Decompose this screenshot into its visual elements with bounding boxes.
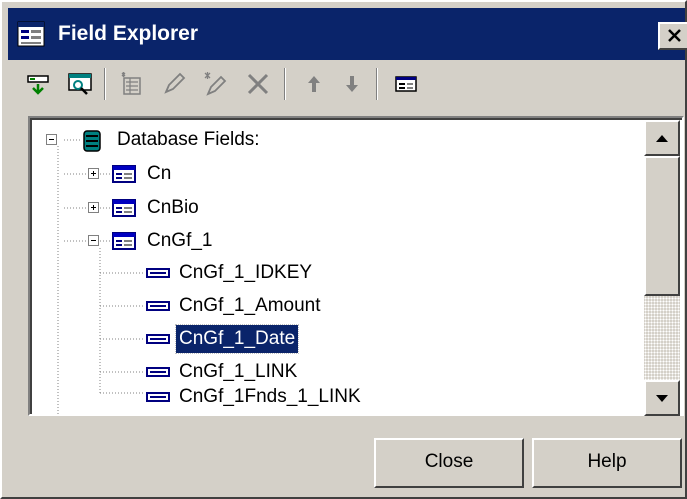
move-up-icon[interactable] [300, 70, 328, 98]
field-icon [146, 392, 170, 402]
field-icon [146, 301, 170, 311]
tree-field[interactable]: CnGf_1_IDKEY [32, 256, 632, 290]
move-down-icon[interactable] [338, 70, 366, 98]
table-label: CnBio [147, 197, 199, 218]
table-label: Cn [147, 163, 172, 184]
close-button[interactable]: Close [374, 438, 524, 488]
toolbar [12, 62, 672, 106]
tree-table-cn[interactable]: Cn [32, 157, 632, 191]
insert-field-icon[interactable] [24, 70, 52, 98]
tree-inner-border: Database Fields: Cn CnBio CnGf_1 CnGf_1_… [30, 118, 682, 416]
new-icon[interactable] [118, 70, 146, 98]
field-explorer-window: Field Explorer Database Fields: Cn CnBio… [0, 0, 687, 499]
field-icon [146, 367, 170, 377]
table-icon [112, 199, 136, 217]
field-explorer-icon [17, 21, 45, 47]
show-field-type-icon[interactable] [392, 70, 420, 98]
field-icon [146, 268, 170, 278]
scroll-up-button[interactable] [644, 120, 680, 156]
table-label: CnGf_1 [147, 230, 213, 251]
database-icon [83, 130, 101, 152]
field-label: CnGf_1_IDKEY [179, 262, 313, 283]
expand-icon[interactable] [88, 168, 99, 179]
field-label: CnGf_1Fnds_1_LINK [179, 386, 361, 407]
tree-field[interactable]: CnGf_1_Amount [32, 289, 632, 323]
title-bar[interactable]: Field Explorer [8, 8, 687, 60]
field-tree: Database Fields: Cn CnBio CnGf_1 CnGf_1_… [28, 116, 684, 416]
scroll-down-button[interactable] [644, 380, 680, 416]
tree-root[interactable]: Database Fields: [32, 123, 632, 157]
browse-data-icon[interactable] [66, 70, 94, 98]
close-icon [668, 29, 681, 42]
tree-field[interactable]: CnGf_1Fnds_1_LINK [32, 380, 632, 414]
vertical-scrollbar[interactable] [644, 120, 680, 416]
field-label: CnGf_1_Amount [179, 295, 321, 316]
window-close-button[interactable] [658, 22, 687, 50]
tree-table-cngf-1[interactable]: CnGf_1 [32, 224, 632, 258]
root-label: Database Fields: [117, 129, 260, 150]
field-icon [146, 334, 170, 344]
expand-icon[interactable] [88, 202, 99, 213]
toolbar-separator [376, 68, 378, 100]
scroll-thumb[interactable] [644, 156, 680, 296]
arrow-down-icon [656, 395, 668, 402]
collapse-icon[interactable] [88, 235, 99, 246]
window-title: Field Explorer [58, 22, 199, 45]
tree-field-selected[interactable]: CnGf_1_Date [32, 322, 632, 356]
toolbar-separator [104, 68, 106, 100]
help-button[interactable]: Help [532, 438, 682, 488]
field-label: CnGf_1_Date [174, 324, 300, 354]
toolbar-separator [284, 68, 286, 100]
tree-view[interactable]: Database Fields: Cn CnBio CnGf_1 CnGf_1_… [32, 120, 642, 416]
rename-icon[interactable] [202, 70, 230, 98]
table-icon [112, 232, 136, 250]
collapse-icon[interactable] [46, 134, 57, 145]
table-icon [112, 165, 136, 183]
edit-icon[interactable] [160, 70, 188, 98]
tree-table-cnbio[interactable]: CnBio [32, 191, 632, 225]
arrow-up-icon [656, 135, 668, 142]
delete-icon[interactable] [244, 70, 272, 98]
